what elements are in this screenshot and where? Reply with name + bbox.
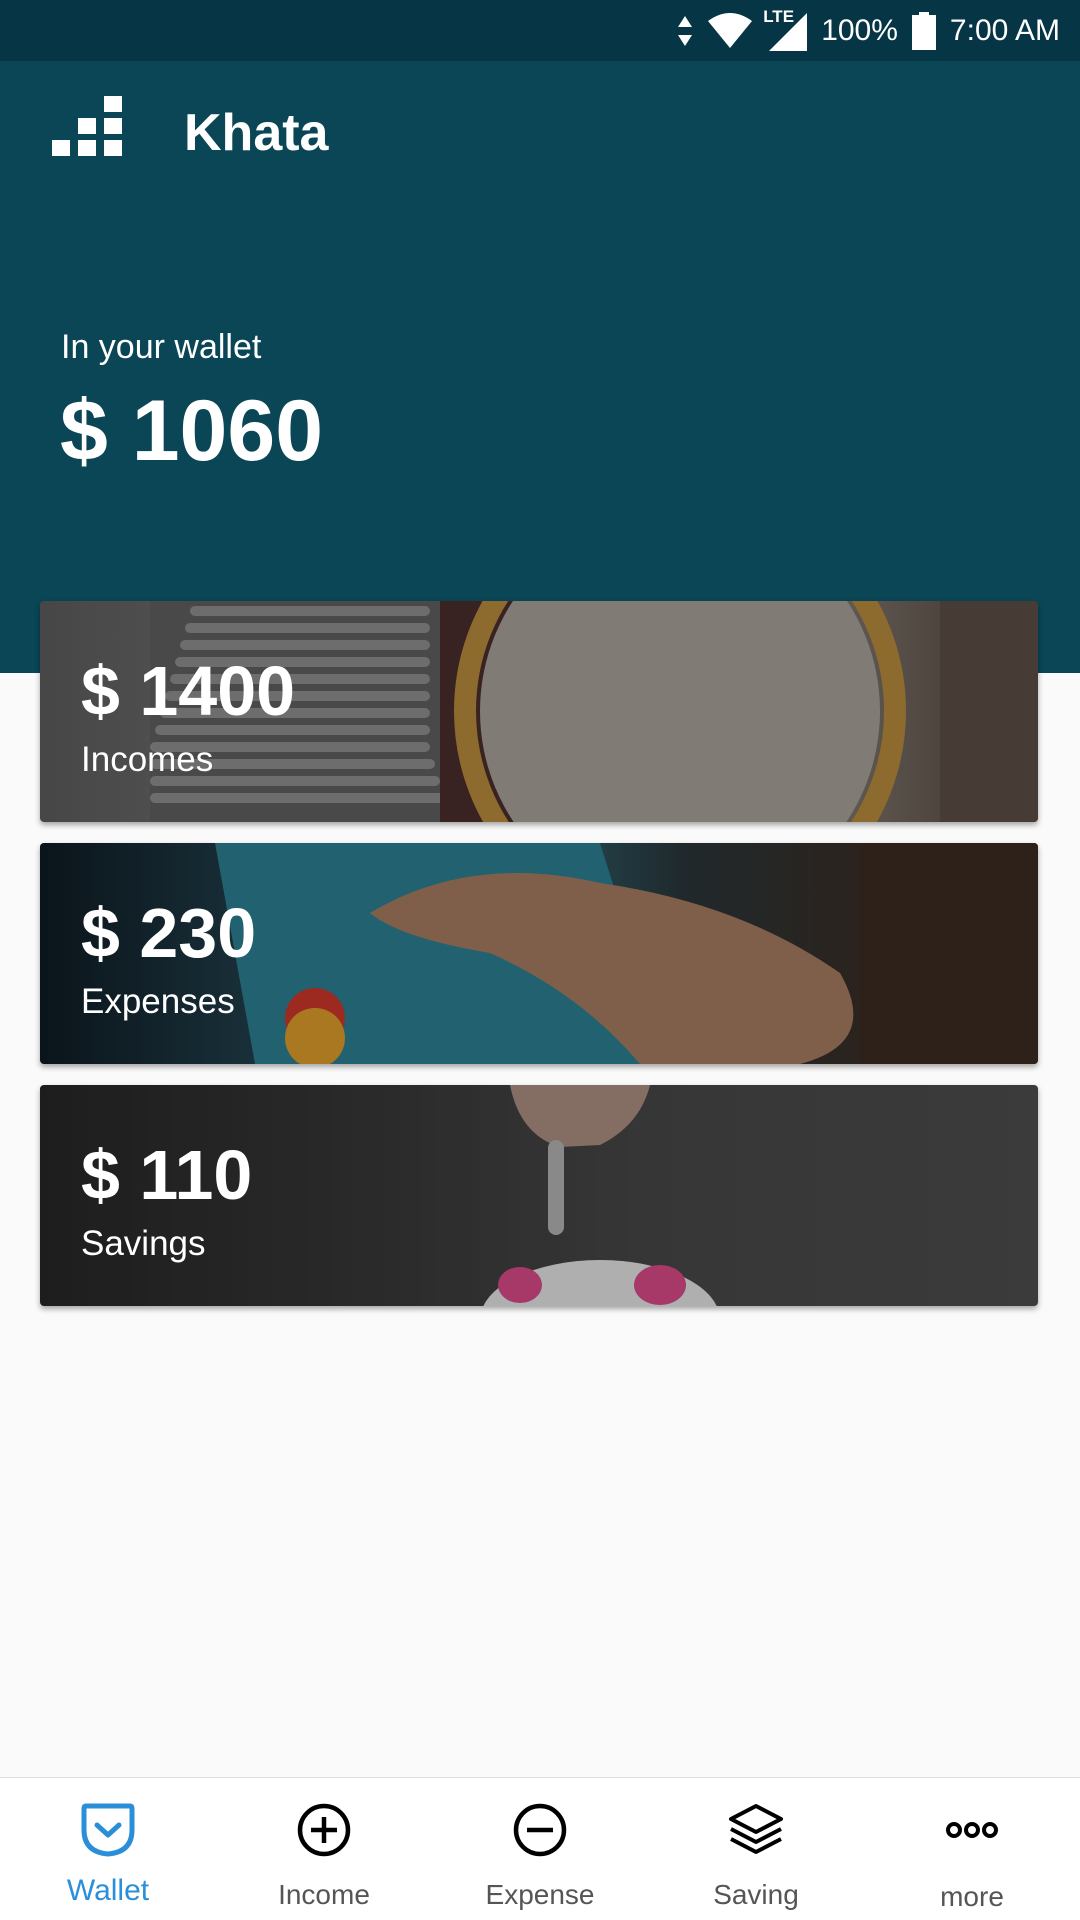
nav-label: Wallet [66, 1874, 150, 1907]
expense-amount: $ 230 [81, 894, 257, 972]
wallet-icon [81, 1803, 135, 1857]
expense-label: Expenses [81, 982, 235, 1021]
status-icons: LTE 100% 7:00 AM [677, 0, 1060, 61]
nav-more[interactable]: more [864, 1778, 1080, 1920]
minus-circle-icon [513, 1803, 567, 1857]
clock: 7:00 AM [949, 14, 1060, 47]
nav-label: more [940, 1881, 1004, 1912]
status-bar: LTE 100% 7:00 AM [0, 0, 1080, 61]
nav-expense[interactable]: Expense [432, 1778, 648, 1920]
nav-income[interactable]: Income [216, 1778, 432, 1920]
app-logo-icon [52, 96, 122, 156]
layers-icon [729, 1804, 783, 1854]
incomes-card[interactable]: $ 1400 Incomes [40, 601, 1038, 822]
cell-signal-icon: LTE [763, 7, 808, 51]
battery-icon [911, 11, 936, 50]
saving-amount: $ 110 [81, 1136, 253, 1214]
wifi-icon [708, 12, 753, 48]
wallet-balance: $ 1060 [60, 383, 324, 479]
nav-label: Saving [713, 1879, 799, 1910]
saving-label: Savings [81, 1224, 206, 1263]
battery-percent: 100% [821, 14, 898, 47]
expenses-card[interactable]: $ 230 Expenses [40, 843, 1038, 1064]
plus-circle-icon [297, 1803, 351, 1857]
wallet-screen: LTE 100% 7:00 AM Khata In your wallet $ … [0, 0, 1080, 1920]
nav-label: Expense [485, 1879, 595, 1910]
data-transfer-icon [678, 15, 693, 46]
nav-saving[interactable]: Saving [648, 1778, 864, 1920]
bottom-navigation: Wallet Income Expense Saving more [0, 1777, 1080, 1920]
nav-wallet[interactable]: Wallet [0, 1778, 216, 1920]
app-title: Khata [184, 104, 329, 162]
savings-card[interactable]: $ 110 Savings [40, 1085, 1038, 1306]
income-amount: $ 1400 [81, 652, 296, 730]
income-label: Incomes [81, 740, 214, 779]
wallet-label: In your wallet [61, 328, 262, 366]
more-dots-icon [946, 1822, 998, 1838]
app-header: Khata In your wallet $ 1060 [0, 61, 1080, 673]
nav-label: Income [278, 1879, 370, 1910]
